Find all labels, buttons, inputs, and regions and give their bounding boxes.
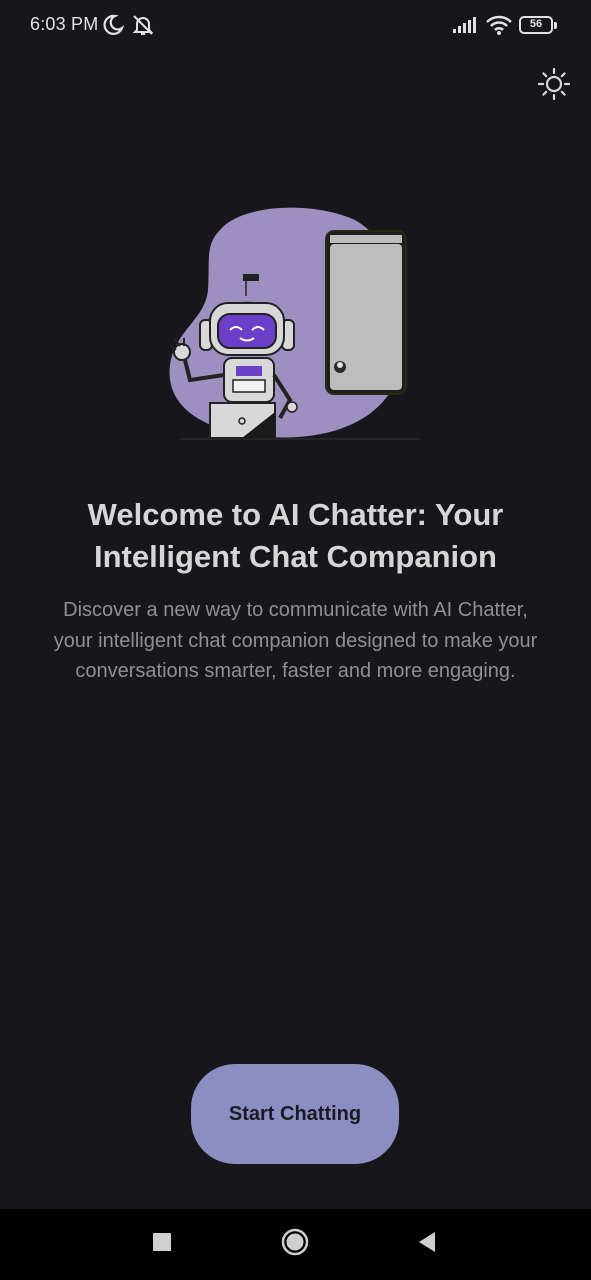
battery-icon: 56	[519, 16, 557, 36]
recent-apps-button[interactable]	[127, 1209, 197, 1280]
home-button[interactable]	[260, 1209, 330, 1280]
robot-chat-illustration	[160, 200, 430, 445]
back-icon	[417, 1231, 437, 1258]
sun-icon	[537, 67, 571, 106]
recent-apps-icon	[152, 1232, 172, 1257]
battery-level: 56	[529, 18, 543, 30]
status-time: 6:03 PM	[30, 14, 99, 34]
signal-icon	[452, 16, 478, 39]
welcome-description: Discover a new way to communicate with A…	[53, 599, 538, 682]
theme-toggle-button[interactable]	[532, 64, 576, 108]
home-icon	[281, 1228, 309, 1261]
navigation-bar	[0, 1209, 591, 1280]
status-bar: 6:03 PM 56	[0, 0, 591, 52]
mute-icon	[131, 13, 155, 42]
welcome-title: Welcome to AI Chatter: Your Intelligent …	[87, 497, 504, 574]
start-chatting-button[interactable]: Start Chatting	[191, 1064, 399, 1164]
back-button[interactable]	[392, 1209, 462, 1280]
onboarding-screen: 6:03 PM 56 Welcome to AI Chatter: Your I…	[0, 0, 591, 1280]
moon-icon	[102, 14, 125, 41]
wifi-icon	[485, 14, 513, 41]
